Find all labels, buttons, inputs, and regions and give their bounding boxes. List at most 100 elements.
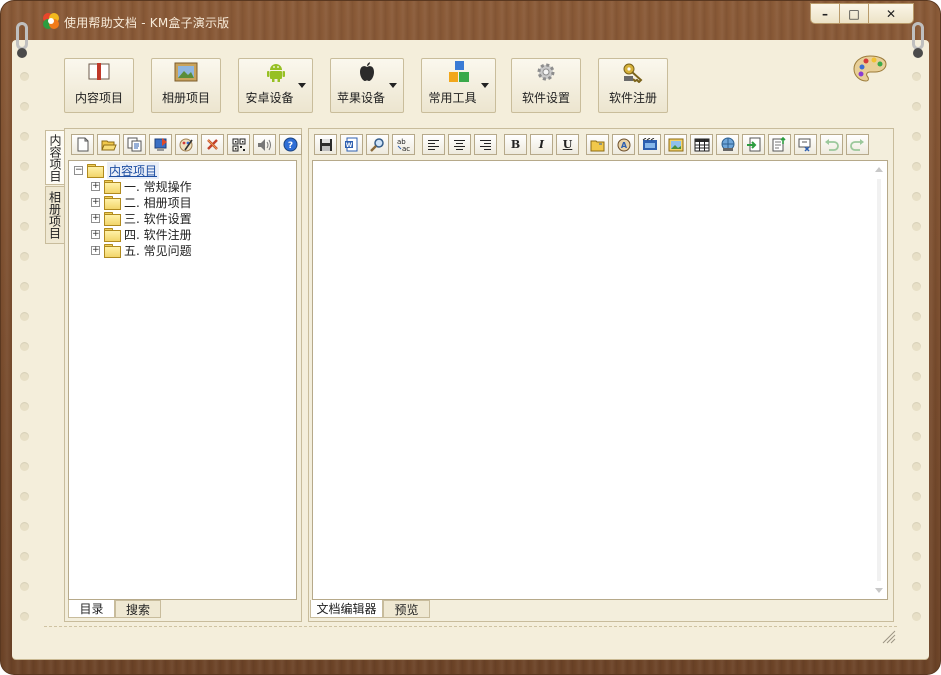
bold-button[interactable]: B	[504, 134, 527, 155]
tree-item[interactable]: + 一. 常规操作	[91, 178, 192, 194]
video-icon[interactable]	[638, 134, 661, 155]
punch-hole	[912, 192, 921, 201]
delete-icon[interactable]	[201, 134, 224, 155]
folder-icon	[104, 228, 121, 242]
find-icon[interactable]	[366, 134, 389, 155]
font-color-icon[interactable]: A	[612, 134, 635, 155]
insert-folder-icon[interactable]	[586, 134, 609, 155]
align-right-icon[interactable]	[474, 134, 497, 155]
expand-icon[interactable]: +	[91, 197, 100, 207]
punch-hole	[912, 102, 921, 111]
sound-icon[interactable]	[253, 134, 276, 155]
image-icon[interactable]	[664, 134, 687, 155]
folder-icon	[87, 164, 104, 178]
punch-hole	[912, 582, 921, 591]
web-icon[interactable]	[716, 134, 739, 155]
punch-hole	[20, 612, 29, 621]
editor-scrollbar[interactable]	[874, 165, 884, 595]
import-icon[interactable]	[742, 134, 765, 155]
redo-icon[interactable]	[846, 134, 869, 155]
maximize-button[interactable]: □	[839, 3, 869, 24]
expand-icon[interactable]: +	[91, 245, 100, 255]
punch-hole	[20, 72, 29, 81]
underline-button[interactable]: U	[556, 134, 579, 155]
punch-hole	[20, 552, 29, 561]
scroll-track[interactable]	[877, 179, 881, 581]
tab-album-items[interactable]: 相册项目	[45, 186, 65, 244]
undo-icon[interactable]	[820, 134, 843, 155]
skin-palette-icon[interactable]	[853, 54, 887, 84]
tree-item[interactable]: + 五. 常见问题	[91, 242, 192, 258]
tree-root[interactable]: − 内容项目	[74, 161, 160, 179]
tab-document-editor[interactable]: 文档编辑器	[310, 600, 383, 618]
punch-hole	[912, 72, 921, 81]
collapse-icon[interactable]: −	[74, 165, 83, 175]
tab-preview[interactable]: 预览	[383, 600, 430, 618]
clear-format-icon[interactable]	[794, 134, 817, 155]
window-title: 使用帮助文档 - KM盒子演示版	[64, 16, 230, 30]
scroll-up-icon[interactable]	[875, 167, 883, 172]
chevron-down-icon[interactable]	[481, 83, 489, 88]
replace-icon[interactable]: ab ac	[392, 134, 415, 155]
punch-hole	[912, 222, 921, 231]
punch-hole	[912, 402, 921, 411]
book-icon	[87, 61, 111, 83]
export-icon[interactable]	[149, 134, 172, 155]
toolbar-apple-devices-button[interactable]: 苹果设备	[330, 58, 404, 113]
picture-icon	[174, 61, 198, 83]
scroll-down-icon[interactable]	[875, 588, 883, 593]
document-editor[interactable]	[312, 160, 888, 600]
tree-item[interactable]: + 三. 软件设置	[91, 210, 192, 226]
tree-item-label: 三. 软件设置	[124, 211, 192, 226]
tree-item-label: 四. 软件注册	[124, 227, 192, 242]
chevron-down-icon[interactable]	[389, 83, 397, 88]
divider	[44, 626, 897, 627]
toolbar-content-items-button[interactable]: 内容项目	[64, 58, 134, 113]
punch-hole	[912, 552, 921, 561]
qr-icon[interactable]	[227, 134, 250, 155]
new-file-icon[interactable]	[71, 134, 94, 155]
open-folder-icon[interactable]	[97, 134, 120, 155]
word-icon[interactable]: W	[340, 134, 363, 155]
close-button[interactable]: ✕	[868, 3, 914, 24]
expand-icon[interactable]: +	[91, 181, 100, 191]
tab-search[interactable]: 搜索	[115, 600, 161, 618]
binder-ring-right	[912, 22, 924, 50]
copy-icon[interactable]	[123, 134, 146, 155]
tree-item[interactable]: + 二. 相册项目	[91, 194, 192, 210]
tab-directory[interactable]: 目录	[68, 600, 115, 618]
punch-hole	[912, 372, 921, 381]
export-doc-icon[interactable]	[768, 134, 791, 155]
punch-hole	[20, 462, 29, 471]
toolbar-software-register-button[interactable]: 软件注册	[598, 58, 668, 113]
expand-icon[interactable]: +	[91, 229, 100, 239]
expand-icon[interactable]: +	[91, 213, 100, 223]
left-toolbar: ?	[71, 134, 305, 155]
table-icon[interactable]	[690, 134, 713, 155]
align-center-icon[interactable]	[448, 134, 471, 155]
minimize-button[interactable]: –	[810, 3, 840, 24]
italic-button[interactable]: I	[530, 134, 553, 155]
gear-icon	[534, 61, 558, 83]
android-icon	[264, 61, 288, 83]
help-icon[interactable]: ?	[279, 134, 302, 155]
toolbar-common-tools-button[interactable]: 常用工具	[421, 58, 496, 113]
align-left-icon[interactable]	[422, 134, 445, 155]
tree-item-label: 一. 常规操作	[124, 179, 192, 194]
toolbar-album-items-button[interactable]: 相册项目	[151, 58, 221, 113]
punch-hole	[912, 492, 921, 501]
toolbar-label: 常用工具	[428, 91, 477, 105]
tree-root-label[interactable]: 内容项目	[107, 161, 160, 179]
svg-text:ac: ac	[402, 145, 410, 152]
directory-tree[interactable]: − 内容项目 + 一. 常规操作 + 二. 相册项目 + 三. 软件设置 + 四…	[68, 160, 297, 600]
toolbar-software-settings-button[interactable]: 软件设置	[511, 58, 581, 113]
chevron-down-icon[interactable]	[298, 83, 306, 88]
tree-item[interactable]: + 四. 软件注册	[91, 226, 192, 242]
tree-item-label: 二. 相册项目	[124, 195, 192, 210]
save-icon[interactable]	[314, 134, 337, 155]
edit-icon[interactable]	[175, 134, 198, 155]
resize-grip-icon[interactable]	[880, 628, 896, 644]
tab-content-items[interactable]: 内容项目	[45, 130, 65, 185]
punch-hole	[20, 522, 29, 531]
toolbar-android-devices-button[interactable]: 安卓设备	[238, 58, 313, 113]
